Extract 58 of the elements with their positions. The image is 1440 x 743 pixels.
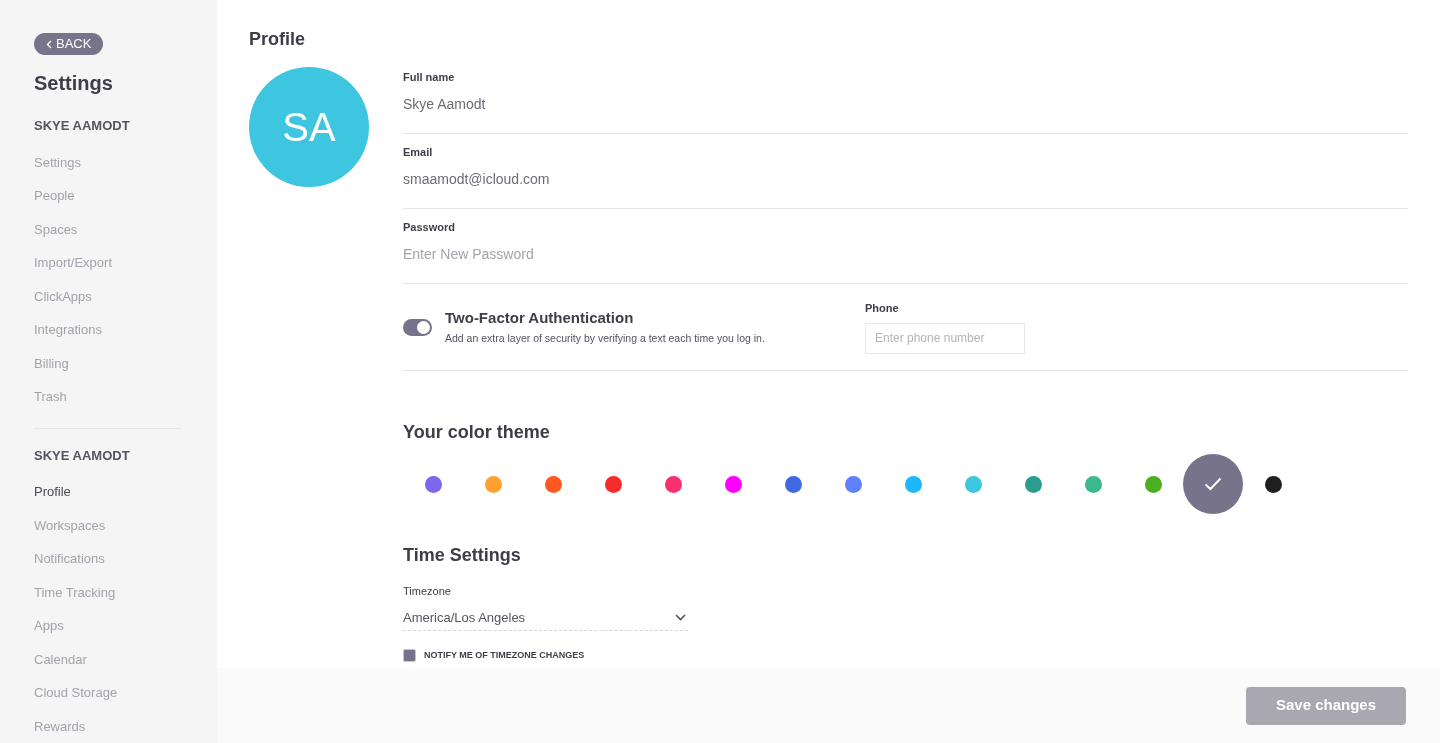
sidebar-item[interactable]: Apps bbox=[34, 609, 181, 643]
page-title: Profile bbox=[249, 28, 306, 51]
phone-label: Phone bbox=[865, 301, 900, 317]
color-swatch[interactable] bbox=[1183, 454, 1243, 514]
sidebar-item[interactable]: Rewards bbox=[34, 709, 181, 743]
sidebar-item[interactable]: ClickApps bbox=[34, 279, 217, 313]
color-swatch[interactable] bbox=[1264, 475, 1282, 493]
timezone-select[interactable]: America/Los Angeles bbox=[403, 605, 688, 631]
color-swatch[interactable] bbox=[904, 475, 922, 493]
sidebar-item[interactable]: People bbox=[34, 179, 217, 213]
color-swatch[interactable] bbox=[1024, 475, 1042, 493]
toggle-switch[interactable] bbox=[403, 318, 432, 336]
sidebar-item[interactable]: Notifications bbox=[34, 542, 181, 576]
avatar: SA bbox=[249, 67, 369, 187]
color-swatch[interactable] bbox=[664, 475, 682, 493]
section-heading: SKYE AAMODT bbox=[34, 446, 131, 465]
field-label: Email bbox=[403, 145, 434, 160]
back-button[interactable]: BACK bbox=[34, 33, 104, 55]
sidebar-item[interactable]: Import/Export bbox=[34, 246, 217, 280]
sidebar-item[interactable]: Cloud Storage bbox=[34, 676, 181, 710]
sidebar-item[interactable]: Time Tracking bbox=[34, 575, 181, 609]
sidebar-item[interactable]: Calendar bbox=[34, 642, 181, 676]
sidebar-item[interactable]: Trash bbox=[34, 380, 217, 414]
two-factor-description: Add an extra layer of security by verifying a text each time you log in. bbox=[445, 331, 766, 347]
sidebar-item[interactable]: Billing bbox=[34, 346, 217, 380]
color-swatch[interactable] bbox=[844, 475, 862, 493]
color-swatch[interactable] bbox=[544, 475, 562, 493]
chevron-down-icon bbox=[675, 614, 686, 621]
sidebar-item[interactable]: Spaces bbox=[34, 212, 217, 246]
color-swatch[interactable] bbox=[484, 475, 502, 493]
section-heading: SKYE AAMODT bbox=[34, 117, 131, 135]
input-field[interactable]: Enter New Password bbox=[403, 243, 1408, 265]
color-swatch[interactable] bbox=[1084, 475, 1102, 493]
phone-field[interactable]: Enter phone number bbox=[865, 322, 1025, 354]
color-swatch[interactable] bbox=[424, 475, 442, 493]
field-label: Full name bbox=[403, 70, 456, 85]
two-factor-title: Two-Factor Authentication bbox=[445, 307, 635, 328]
chevron-left-icon bbox=[46, 39, 52, 49]
input-field[interactable]: Skye Aamodt bbox=[403, 93, 1408, 115]
section-title: Time Settings bbox=[403, 544, 522, 567]
color-swatch[interactable] bbox=[1144, 475, 1162, 493]
checkbox-label: NOTIFY ME OF TIMEZONE CHANGES bbox=[424, 648, 585, 662]
color-swatch[interactable] bbox=[964, 475, 982, 493]
field-label: Password bbox=[403, 220, 456, 235]
field-label: Timezone bbox=[403, 584, 452, 599]
color-swatch[interactable] bbox=[604, 475, 622, 493]
color-swatch[interactable] bbox=[724, 475, 742, 493]
sidebar-item[interactable]: Settings bbox=[34, 145, 217, 179]
sidebar-title: Settings bbox=[34, 71, 114, 96]
checkbox[interactable] bbox=[403, 648, 416, 662]
sidebar-item[interactable]: Integrations bbox=[34, 313, 217, 347]
sidebar-item[interactable]: Workspaces bbox=[34, 508, 181, 542]
input-field[interactable]: smaamodt@icloud.com bbox=[403, 168, 1408, 190]
section-title: Your color theme bbox=[403, 421, 551, 444]
check-icon bbox=[1204, 477, 1222, 491]
color-swatch[interactable] bbox=[784, 475, 802, 493]
save-button[interactable]: Save changes bbox=[1246, 686, 1406, 725]
sidebar-item[interactable]: Profile bbox=[34, 475, 181, 509]
